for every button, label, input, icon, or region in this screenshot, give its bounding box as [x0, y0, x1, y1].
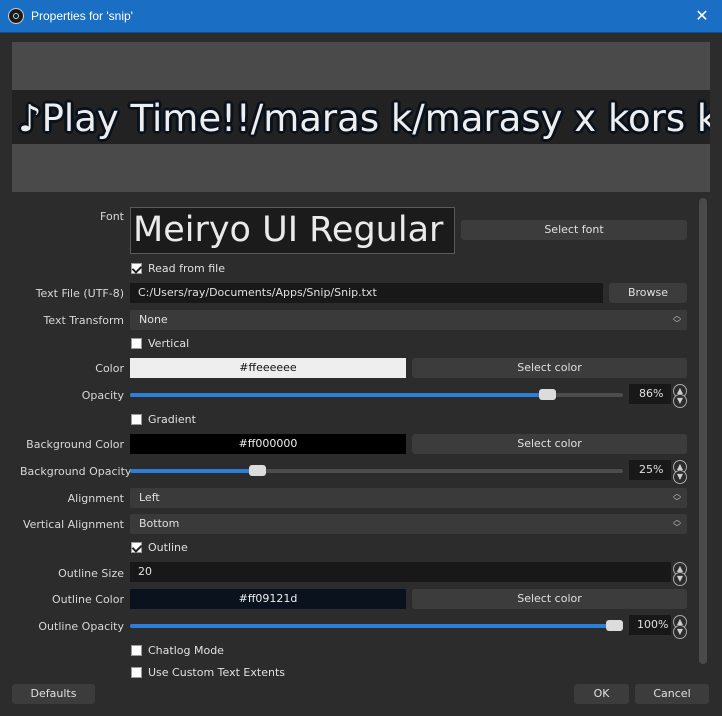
- select-outline-color-button[interactable]: Select color: [412, 589, 687, 609]
- chatlog-mode-checkbox[interactable]: [131, 645, 142, 656]
- alignment-value: Left: [139, 491, 160, 504]
- text-file-input[interactable]: C:/Users/ray/Documents/Apps/Snip/Snip.tx…: [130, 283, 603, 303]
- background-color-swatch: #ff000000: [130, 434, 406, 454]
- title-bar: Properties for 'snip' ✕: [0, 0, 722, 33]
- vertical-checkbox[interactable]: [131, 338, 142, 349]
- close-icon[interactable]: ✕: [688, 4, 716, 28]
- alignment-select[interactable]: Left ︿ ﹀: [130, 488, 687, 508]
- outline-size-spinbox[interactable]: 20: [130, 562, 671, 582]
- background-color-label: Background Color: [26, 438, 124, 451]
- chatlog-mode-label: Chatlog Mode: [148, 644, 224, 657]
- opacity-down-icon[interactable]: ▼: [673, 394, 687, 408]
- alignment-label: Alignment: [67, 492, 124, 505]
- outline-label: Outline: [148, 541, 188, 554]
- chevron-updown-icon: ︿ ﹀: [673, 489, 681, 506]
- outline-opacity-spinbox[interactable]: 100%: [629, 615, 671, 635]
- outline-opacity-down-icon[interactable]: ▼: [673, 625, 687, 639]
- ok-button[interactable]: OK: [574, 684, 629, 704]
- font-label: Font: [100, 210, 124, 223]
- background-opacity-slider-handle[interactable]: [249, 465, 266, 476]
- vertical-alignment-select[interactable]: Bottom ︿ ﹀: [130, 514, 687, 534]
- outline-opacity-slider[interactable]: [130, 620, 623, 631]
- preview-band-top: [12, 42, 710, 90]
- window-title: Properties for 'snip': [31, 9, 133, 23]
- scrollbar-thumb[interactable]: [699, 198, 707, 664]
- cancel-button[interactable]: Cancel: [635, 684, 709, 704]
- outline-size-label: Outline Size: [58, 567, 124, 580]
- gradient-label: Gradient: [148, 413, 196, 426]
- opacity-slider-fill: [130, 393, 548, 397]
- background-opacity-label: Background Opacity: [20, 465, 132, 478]
- outline-opacity-label: Outline Opacity: [38, 620, 124, 633]
- gradient-checkbox[interactable]: [131, 414, 142, 425]
- preview-band-bottom: [12, 144, 710, 192]
- custom-extents-label: Use Custom Text Extents: [148, 666, 285, 679]
- chevron-updown-icon: ︿ ﹀: [673, 515, 681, 532]
- opacity-slider[interactable]: [130, 389, 623, 400]
- outline-opacity-slider-fill: [130, 624, 615, 628]
- vertical-label: Vertical: [148, 337, 190, 350]
- text-preview: ♪Play Time!!/maras k/marasy x kors k: [12, 42, 710, 192]
- outline-color-label: Outline Color: [51, 593, 124, 606]
- background-opacity-down-icon[interactable]: ▼: [673, 470, 687, 484]
- text-transform-label: Text Transform: [43, 314, 124, 327]
- chevron-updown-icon: ︿ ﹀: [673, 311, 681, 328]
- obs-app-icon: [8, 8, 24, 24]
- custom-extents-checkbox[interactable]: [131, 667, 142, 678]
- outline-opacity-slider-handle[interactable]: [606, 620, 623, 631]
- font-preview: Meiryo UI Regular: [130, 207, 455, 254]
- opacity-label: Opacity: [81, 389, 124, 402]
- color-swatch: #ffeeeeee: [130, 358, 406, 378]
- text-transform-value: None: [139, 313, 168, 326]
- background-opacity-slider-fill: [130, 469, 258, 473]
- outline-color-swatch: #ff09121d: [130, 589, 406, 609]
- read-from-file-label: Read from file: [148, 262, 225, 275]
- background-opacity-slider[interactable]: [130, 465, 623, 476]
- select-font-button[interactable]: Select font: [461, 220, 687, 240]
- color-label: Color: [95, 362, 124, 375]
- opacity-spinbox[interactable]: 86%: [629, 384, 671, 404]
- defaults-button[interactable]: Defaults: [12, 684, 95, 704]
- select-background-color-button[interactable]: Select color: [412, 434, 687, 454]
- outline-size-down-icon[interactable]: ▼: [673, 572, 687, 586]
- background-opacity-spinbox[interactable]: 25%: [629, 460, 671, 480]
- text-file-label: Text File (UTF-8): [35, 287, 124, 300]
- vertical-alignment-value: Bottom: [139, 517, 180, 530]
- properties-scrollbar[interactable]: [698, 198, 708, 666]
- outline-checkbox[interactable]: [131, 542, 142, 553]
- select-color-button[interactable]: Select color: [412, 358, 687, 378]
- browse-button[interactable]: Browse: [609, 283, 687, 303]
- text-transform-select[interactable]: None ︿ ﹀: [130, 310, 687, 330]
- read-from-file-checkbox[interactable]: [131, 263, 142, 274]
- vertical-alignment-label: Vertical Alignment: [22, 518, 124, 531]
- preview-text: ♪Play Time!!/maras k/marasy x kors k: [18, 97, 710, 140]
- opacity-slider-handle[interactable]: [539, 389, 556, 400]
